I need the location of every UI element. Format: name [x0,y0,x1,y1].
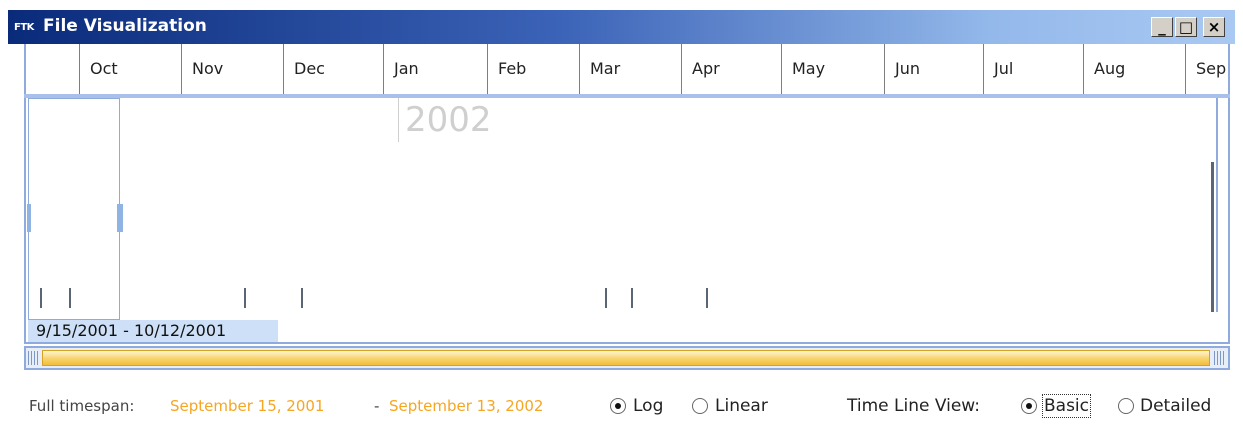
month-label: Aug [1083,44,1185,94]
scroll-grip-left[interactable] [28,351,40,365]
month-label [26,44,79,94]
full-timespan-end: September 13, 2002 [389,397,544,415]
minimize-button[interactable]: _ [1151,17,1173,37]
linear-radio[interactable] [692,398,708,414]
event-bar [1211,162,1214,312]
event-tick [301,288,303,308]
full-timespan-separator: - [374,397,380,415]
file-visualization-window: FTK File Visualization _ □ × Oct Nov Dec… [8,10,1235,426]
log-radio-label[interactable]: Log [633,396,663,416]
month-label: Nov [181,44,283,94]
month-label: Jan [383,44,487,94]
year-marker: 2002 [398,98,492,142]
full-timespan-start: September 15, 2001 [170,397,325,415]
selection-left-handle[interactable] [27,204,31,232]
event-tick [40,288,42,308]
scroll-thumb[interactable] [42,350,1210,366]
footer-bar: Full timespan: September 15, 2001 - Sept… [8,390,1235,426]
full-timespan-label: Full timespan: [29,397,135,415]
close-button[interactable]: × [1203,17,1225,37]
event-tick [706,288,708,308]
event-tick [605,288,607,308]
ftk-app-icon: FTK [14,22,34,33]
selection-window[interactable] [28,98,120,320]
basic-radio-label[interactable]: Basic [1041,394,1092,418]
month-label: Apr [681,44,781,94]
detailed-radio-label[interactable]: Detailed [1140,396,1211,416]
scroll-grip-right[interactable] [1214,351,1226,365]
month-label: May [781,44,884,94]
window-title: File Visualization [43,16,207,36]
event-tick [631,288,633,308]
timeline-scrollbar[interactable] [24,346,1230,370]
month-label: Feb [487,44,579,94]
detailed-radio[interactable] [1118,398,1134,414]
month-label: Dec [283,44,383,94]
event-tick [69,288,71,308]
month-label: Oct [79,44,181,94]
log-radio[interactable] [610,398,626,414]
basic-radio[interactable] [1021,398,1037,414]
maximize-button[interactable]: □ [1175,17,1197,37]
selection-range-label: 9/15/2001 - 10/12/2001 [28,320,278,342]
time-line-view-label: Time Line View: [847,396,980,416]
selection-right-handle[interactable] [117,204,123,232]
month-label: Jun [884,44,983,94]
timeline-plot[interactable]: 2002 9/15/2001 - 10/12/2001 [24,98,1230,344]
linear-radio-label[interactable]: Linear [715,396,768,416]
month-header: Oct Nov Dec Jan Feb Mar Apr May Jun Jul … [24,44,1230,94]
event-bar [1216,98,1218,312]
month-label: Mar [579,44,681,94]
event-tick [244,288,246,308]
month-label: Jul [983,44,1083,94]
title-bar[interactable]: FTK File Visualization _ □ × [8,10,1235,44]
month-label: Sep [1185,44,1228,94]
